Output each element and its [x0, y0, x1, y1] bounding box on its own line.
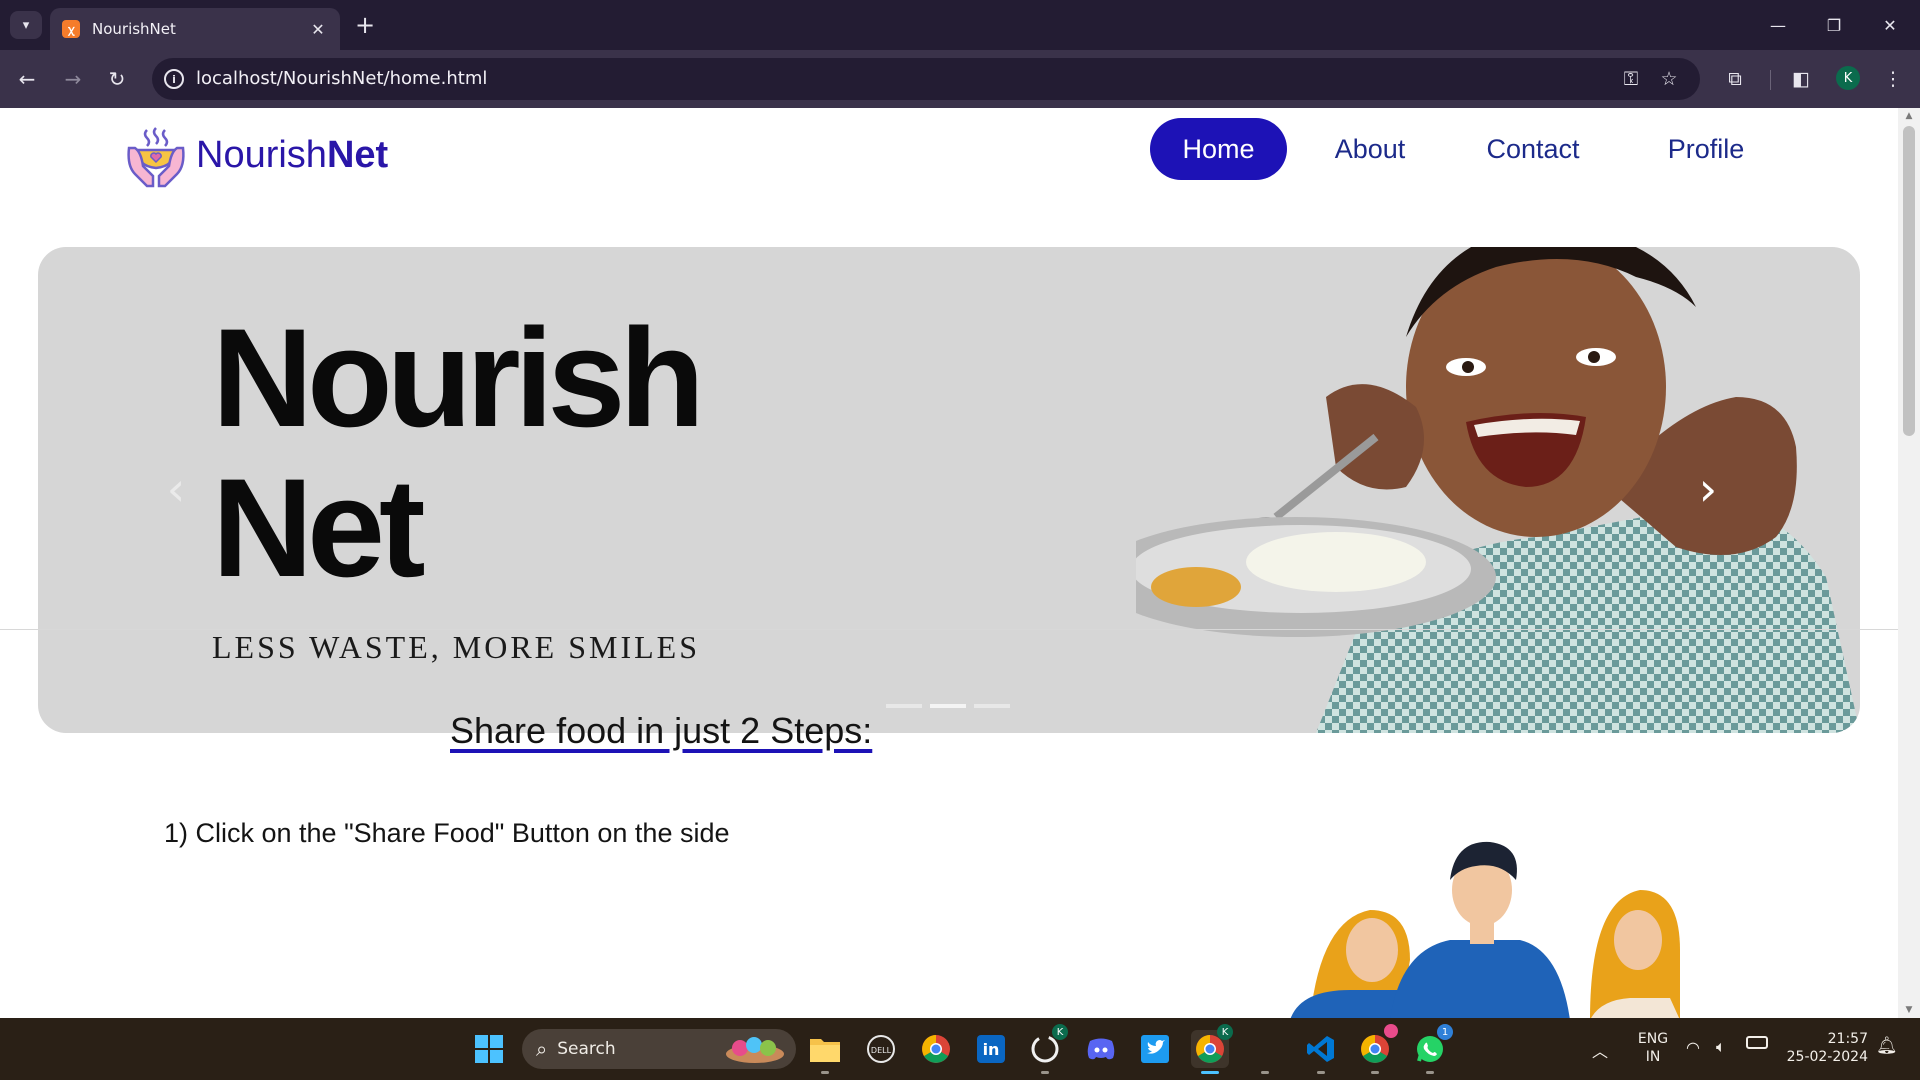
new-tab-button[interactable]: + [352, 11, 378, 39]
volume-muted-icon[interactable]: 🔈︎ [1716, 1037, 1726, 1057]
wifi-icon[interactable]: ◠ [1686, 1038, 1700, 1057]
hero-title-line-1: Nourish [212, 299, 705, 456]
carousel-next-chevron-icon[interactable]: › [1690, 459, 1726, 519]
language-indicator[interactable]: ENG IN [1636, 1030, 1670, 1066]
chrome-alt-profile-icon[interactable] [1356, 1024, 1398, 1074]
people-illustration [1290, 841, 1680, 1018]
windows-taskbar: ⌕ Search DELL in K K 1 ︿ ENG IN ◠ 🔈︎ 21:… [0, 1018, 1920, 1080]
chrome-icon[interactable] [917, 1030, 955, 1068]
window-close-icon[interactable]: ✕ [1870, 10, 1910, 40]
nav-about[interactable]: About [1316, 118, 1424, 180]
brand-name[interactable]: NourishNet [196, 134, 388, 177]
hero-title: Nourish Net [212, 299, 705, 606]
bookmark-star-icon[interactable]: ☆ [1656, 67, 1682, 91]
taskbar-search[interactable]: ⌕ Search [522, 1029, 796, 1069]
twitter-icon[interactable] [1136, 1030, 1174, 1068]
toolbar-divider [1770, 70, 1771, 90]
side-panel-icon[interactable]: ◧ [1786, 64, 1816, 94]
hero-tagline: LESS WASTE, MORE SMILES [212, 629, 701, 665]
nav-contact[interactable]: Contact [1470, 118, 1596, 180]
search-icon: ⌕ [536, 1037, 548, 1061]
close-tab-icon[interactable]: ✕ [308, 20, 328, 39]
tray-overflow-chevron-icon[interactable]: ︿ [1592, 1038, 1608, 1062]
reload-icon[interactable]: ↻ [102, 64, 132, 94]
github-desktop-badge: K [1052, 1024, 1068, 1040]
section-divider [0, 629, 1898, 630]
hero-title-line-2: Net [212, 449, 426, 606]
site-info-icon[interactable]: i [164, 69, 184, 89]
scroll-up-icon[interactable]: ▲ [1898, 108, 1920, 124]
minimize-icon[interactable]: — [1758, 10, 1798, 40]
hero-child-photo [1136, 247, 1860, 733]
clock-time: 21:57 [1827, 1031, 1868, 1047]
nav-profile[interactable]: Profile [1648, 118, 1764, 180]
tab-search-button[interactable]: ▾ [10, 11, 42, 39]
whatsapp-icon[interactable]: 1 [1411, 1024, 1453, 1074]
carousel-indicator-1[interactable] [886, 704, 922, 708]
page-scrollbar[interactable]: ▲ ▼ [1898, 108, 1920, 1018]
back-arrow-icon[interactable]: ← [12, 64, 42, 94]
file-explorer-icon[interactable] [806, 1030, 844, 1074]
nav-home[interactable]: Home [1150, 118, 1287, 180]
taskbar-search-label: Search [557, 1039, 616, 1059]
windows-start-icon[interactable] [470, 1030, 508, 1068]
url-text[interactable]: localhost/NourishNet/home.html [196, 68, 487, 89]
xampp-icon: ꭓ [62, 20, 80, 38]
hero-carousel: Nourish Net LESS WASTE, MORE SMILES ‹ › [38, 247, 1860, 733]
carousel-indicator-3[interactable] [974, 704, 1010, 708]
scroll-thumb[interactable] [1903, 126, 1915, 436]
brand-name-regular: Nourish [196, 134, 327, 176]
tab-title: NourishNet [92, 20, 176, 38]
vscode-icon[interactable] [1302, 1030, 1340, 1074]
app-running-icon[interactable] [1246, 1030, 1284, 1074]
carousel-indicators [886, 704, 1010, 708]
steps-heading: Share food in just 2 Steps: [450, 710, 873, 751]
step-1-text: 1) Click on the "Share Food" Button on t… [164, 818, 730, 848]
svg-text:DELL: DELL [871, 1046, 892, 1055]
notifications-bell-icon[interactable]: 🔔︎ [1876, 1036, 1898, 1056]
restore-icon[interactable]: ❐ [1814, 10, 1854, 40]
browser-tab[interactable]: ꭓ NourishNet ✕ [50, 8, 340, 50]
language-code: ENG [1637, 1031, 1669, 1047]
carousel-prev-chevron-icon[interactable]: ‹ [158, 459, 194, 519]
chrome-profile-badge: K [1217, 1024, 1233, 1040]
clock-date: 25-02-2024 [1786, 1049, 1868, 1065]
address-bar[interactable]: i localhost/NourishNet/home.html ⚿ ☆ [152, 58, 1700, 100]
nourishnet-logo-icon [127, 127, 185, 188]
brand-name-bold: Net [326, 134, 389, 176]
password-key-icon[interactable]: ⚿ [1618, 67, 1644, 91]
chrome-alt-avatar-badge [1384, 1024, 1398, 1038]
dell-icon[interactable]: DELL [862, 1030, 900, 1068]
chrome-profile-icon[interactable]: K [1191, 1024, 1233, 1074]
linkedin-icon[interactable]: in [972, 1030, 1010, 1068]
profile-avatar[interactable]: K [1836, 66, 1860, 90]
page-viewport: NourishNet Home About Contact Profile No… [0, 108, 1898, 1018]
search-highlight-icon [726, 1037, 784, 1063]
clock[interactable]: 21:57 25-02-2024 [1784, 1030, 1868, 1066]
browser-titlebar: ▾ ꭓ NourishNet ✕ + — ❐ ✕ [0, 0, 1920, 50]
scroll-down-icon[interactable]: ▼ [1898, 1002, 1920, 1018]
menu-kebab-icon[interactable]: ⋮ [1878, 64, 1908, 94]
discord-icon[interactable] [1082, 1030, 1120, 1068]
whatsapp-badge: 1 [1437, 1024, 1453, 1040]
browser-toolbar: ← → ↻ i localhost/NourishNet/home.html ⚿… [0, 50, 1920, 108]
extensions-puzzle-icon[interactable]: ⧉ [1720, 64, 1750, 94]
forward-arrow-icon[interactable]: → [58, 64, 88, 94]
svg-text:in: in [983, 1040, 1000, 1059]
battery-icon[interactable] [1746, 1036, 1768, 1049]
carousel-indicator-2[interactable] [930, 704, 966, 708]
language-region: IN [1645, 1049, 1661, 1065]
github-desktop-icon[interactable]: K [1026, 1024, 1068, 1074]
